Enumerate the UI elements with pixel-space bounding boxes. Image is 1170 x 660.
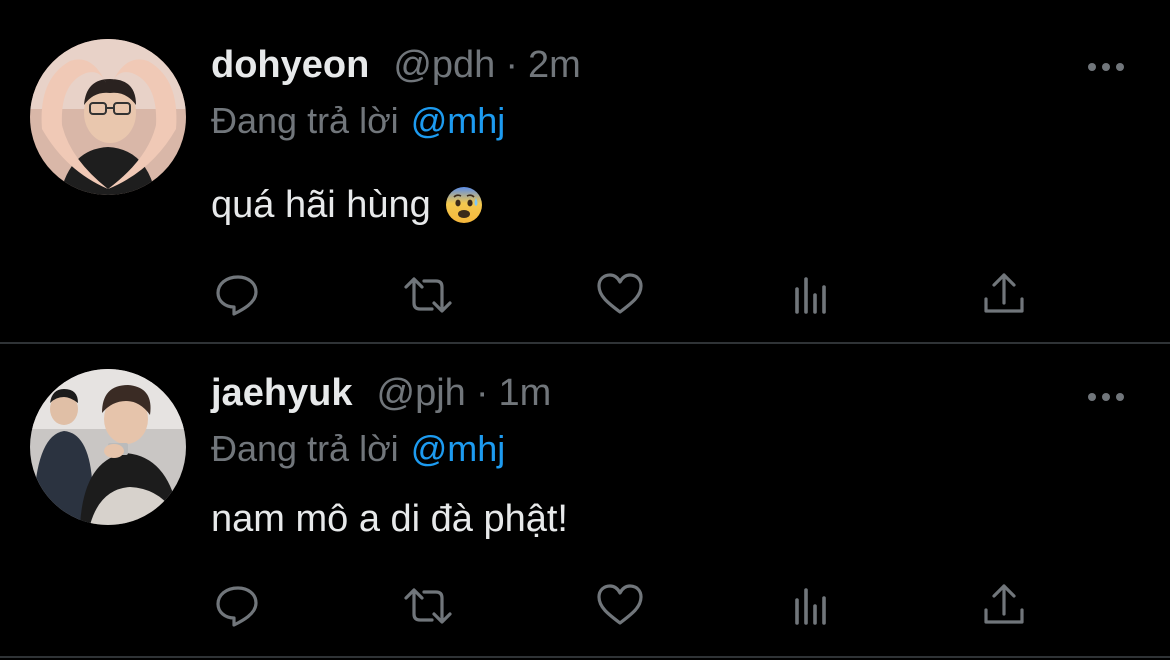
reply-context: Đang trả lời @mhj [211,100,505,142]
reply-context: Đang trả lời @mhj [211,428,505,470]
avatar[interactable] [30,39,186,195]
tweet-header: dohyeon @pdh · 2m [211,44,581,96]
timestamp[interactable]: 1m [498,372,551,415]
separator: · [505,44,518,86]
reply-icon[interactable] [208,576,268,636]
reply-prefix: Đang trả lời [211,428,399,469]
reply-mention[interactable]: @mhj [411,428,506,469]
anxious-face-emoji-icon [445,186,483,224]
avatar[interactable] [30,369,186,525]
more-options-icon[interactable] [1084,52,1128,82]
reply-prefix: Đang trả lời [211,100,399,141]
share-icon[interactable] [974,576,1034,636]
like-icon[interactable] [590,576,650,636]
display-name[interactable]: jaehyuk [211,372,353,415]
handle[interactable]: @pdh [393,44,495,87]
tweet-header: jaehyuk @pjh · 1m [211,372,551,424]
separator: · [475,372,489,414]
share-icon[interactable] [974,265,1034,325]
handle[interactable]: @pjh [377,372,466,415]
profile-photo-icon [30,369,186,525]
retweet-icon[interactable] [398,576,458,636]
action-bar [0,265,1170,325]
like-icon[interactable] [590,265,650,325]
tweet-text: quá hãi hùng [211,183,431,226]
tweet[interactable]: dohyeon @pdh · 2m Đang trả lời @mhj quá h… [0,0,1170,342]
action-bar [0,576,1170,636]
profile-photo-icon [30,39,186,195]
analytics-icon[interactable] [782,265,842,325]
reply-mention[interactable]: @mhj [411,100,506,141]
timestamp[interactable]: 2m [528,44,581,87]
more-options-icon[interactable] [1084,382,1128,412]
tweet-text: nam mô a di đà phật! [211,497,568,540]
display-name[interactable]: dohyeon [211,44,369,87]
tweet[interactable]: jaehyuk @pjh · 1m Đang trả lời @mhj nam m… [0,344,1170,656]
analytics-icon[interactable] [782,576,842,636]
tweet-text-container: quá hãi hùng [211,180,483,230]
tweet-text-container: nam mô a di đà phật! [211,494,568,544]
reply-icon[interactable] [208,265,268,325]
retweet-icon[interactable] [398,265,458,325]
divider [0,656,1170,658]
